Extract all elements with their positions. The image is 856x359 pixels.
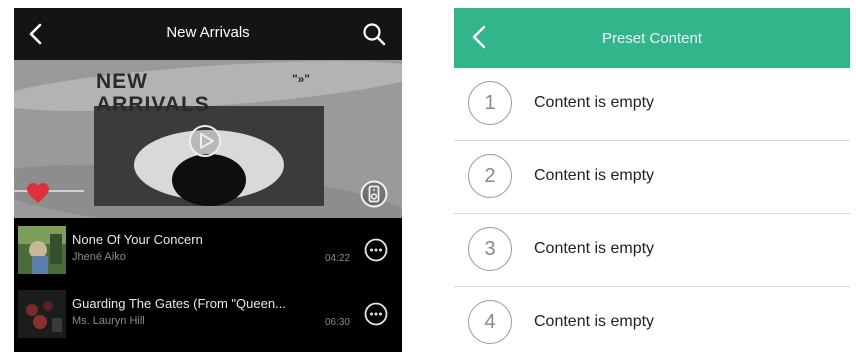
track-artist: Jhené Aiko <box>72 251 126 263</box>
more-icon[interactable] <box>364 302 388 326</box>
preset-item[interactable]: 2 Content is empty <box>454 141 850 214</box>
preset-item[interactable]: 4 Content is empty <box>454 287 850 359</box>
track-row[interactable]: None Of Your Concern Jhené Aiko 04:22 <box>14 220 402 284</box>
preset-item[interactable]: 1 Content is empty <box>454 68 850 141</box>
banner-badge: "»" <box>291 72 310 86</box>
album-art <box>18 290 66 338</box>
new-arrivals-banner[interactable]: NEW ARRIVALS "»" <box>14 60 402 218</box>
banner-headline: NEW ARRIVALS <box>96 70 210 116</box>
preset-label: Content is empty <box>534 240 655 257</box>
top-bar: New Arrivals <box>14 8 402 60</box>
album-art <box>18 226 66 274</box>
track-duration: 06:30 <box>324 317 350 328</box>
track-title: None Of Your Concern <box>72 232 203 247</box>
preset-number: 2 <box>468 154 512 198</box>
preset-label: Content is empty <box>534 167 655 184</box>
preset-content-screen: Preset Content 1 Content is empty 2 Cont… <box>454 8 850 352</box>
track-duration: 04:22 <box>324 253 350 264</box>
preset-number: 3 <box>468 227 512 271</box>
speaker-icon[interactable] <box>360 180 388 208</box>
top-bar: Preset Content <box>454 8 850 68</box>
preset-number: 4 <box>468 300 512 344</box>
preset-number: 1 <box>468 81 512 125</box>
play-icon[interactable] <box>188 124 222 158</box>
preset-item[interactable]: 3 Content is empty <box>454 214 850 287</box>
heart-icon[interactable] <box>26 182 50 204</box>
preset-label: Content is empty <box>534 94 655 111</box>
page-title: New Arrivals <box>166 24 250 41</box>
search-icon[interactable] <box>360 20 388 48</box>
track-row[interactable]: Guarding The Gates (From "Queen... Ms. L… <box>14 284 402 348</box>
track-artist: Ms. Lauryn Hill <box>72 315 145 327</box>
preset-label: Content is empty <box>534 313 655 330</box>
track-title: Guarding The Gates (From "Queen... <box>72 296 286 311</box>
more-icon[interactable] <box>364 238 388 262</box>
new-arrivals-screen: New Arrivals NEW ARRIVALS "»" None Of Yo… <box>14 8 402 352</box>
page-title: Preset Content <box>601 30 703 47</box>
